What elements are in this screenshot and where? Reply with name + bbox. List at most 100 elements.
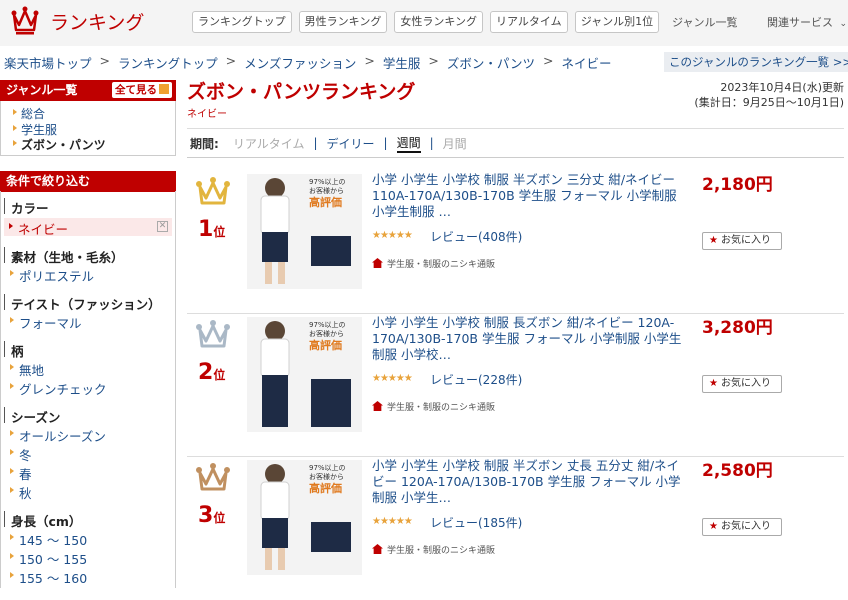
product-thumbnail[interactable]: 97%以上の お客様から 高評価	[247, 460, 362, 575]
breadcrumb-item[interactable]: 学生服	[383, 53, 421, 72]
review-link[interactable]: レビュー(228件)	[430, 371, 522, 388]
genre-item-pants-current: ズボン・パンツ	[13, 138, 106, 152]
breadcrumb: 楽天市場トップ > ランキングトップ > メンズファッション > 学生服 > ズボン・パ…	[4, 53, 612, 72]
shop-link[interactable]: 学生服・制服のニシキ通販	[372, 400, 495, 413]
period-monthly: 月間	[442, 136, 467, 151]
filter-title-taste: テイスト（ファッション）	[11, 297, 161, 312]
favorite-label: お気に入り	[720, 521, 771, 532]
shop-name: 学生服・制服のニシキ通販	[387, 546, 496, 556]
favorite-label: お気に入り	[720, 378, 771, 389]
thumb-badge-mid: お客様から	[309, 330, 344, 338]
period-daily[interactable]: デイリー	[327, 135, 375, 152]
filter-item-glen-check[interactable]: グレンチェック	[10, 379, 107, 398]
breadcrumb-item[interactable]: ネイビー	[562, 53, 612, 72]
filter-bar	[4, 407, 5, 423]
shop-home-icon	[372, 258, 383, 268]
breadcrumb-separator: >	[225, 53, 237, 68]
filter-item-height-150[interactable]: 150 ～ 155	[9, 549, 87, 568]
thumb-badge-mid: お客様から	[309, 473, 344, 481]
period-label: 期間:	[190, 136, 219, 151]
see-all-button[interactable]: 全て見る	[112, 82, 172, 98]
rating-stars: ★★★★★	[372, 230, 413, 241]
shop-name: 学生服・制服のニシキ通販	[387, 403, 496, 413]
genre-list: 総合 学生服 ズボン・パンツ	[0, 101, 176, 156]
shop-link[interactable]: 学生服・制服のニシキ通販	[372, 257, 495, 270]
period-realtime[interactable]: リアルタイム	[233, 135, 305, 152]
filter-bar	[4, 198, 5, 214]
product-price: 2,180円	[702, 175, 773, 195]
filter-item-height-145[interactable]: 145 ～ 150	[9, 530, 87, 549]
filter-title-height: 身長（cm）	[11, 514, 82, 529]
breadcrumb-item[interactable]: 楽天市場トップ	[4, 53, 92, 72]
filter-item-autumn[interactable]: 秋	[10, 483, 32, 502]
shop-name: 学生服・制服のニシキ通販	[387, 260, 496, 270]
shop-link[interactable]: 学生服・制服のニシキ通販	[372, 543, 495, 556]
tab-ranking-top[interactable]: ランキングトップ	[192, 11, 292, 33]
tab-realtime[interactable]: リアルタイム	[490, 11, 568, 33]
product-name-link[interactable]: 小学 小学生 小学校 制服 半ズボン 丈長 五分丈 紺/ネイビー 120A-17…	[372, 458, 682, 506]
rank-suffix: 位	[213, 368, 226, 382]
product-price: 2,580円	[702, 461, 773, 481]
arrow-box-icon	[159, 84, 169, 94]
period-weekly-active[interactable]: 週間	[396, 134, 421, 153]
add-favorite-button[interactable]: ★ お気に入り	[702, 232, 782, 250]
breadcrumb-separator: >	[364, 53, 375, 68]
thumb-badge: 97%以上の お客様から 高評価	[309, 178, 359, 209]
favorite-label: お気に入り	[720, 235, 771, 246]
logo-text: ランキング	[50, 11, 145, 34]
filter-title-color: カラー	[11, 201, 49, 216]
filter-title-season: シーズン	[11, 410, 61, 425]
product-name-link[interactable]: 小学 小学生 小学校 制服 半ズボン 三分丈 紺/ネイビー 110A-170A/…	[372, 172, 682, 220]
tab-female-ranking[interactable]: 女性ランキング	[394, 11, 484, 33]
ranking-item: 2位 97%以上の お客様から 高評価 小学 小学生 小学校 制服 長ズボン 紺…	[187, 315, 844, 457]
filter-item-winter[interactable]: 冬	[10, 445, 32, 464]
product-name-link[interactable]: 小学 小学生 小学校 制服 長ズボン 紺/ネイビー 120A-170A/130B…	[372, 315, 682, 363]
filter-item-spring[interactable]: 春	[10, 464, 32, 483]
product-thumbnail[interactable]: 97%以上の お客様から 高評価	[247, 174, 362, 289]
related-services-link[interactable]: 関連サービス ⌄	[767, 14, 847, 30]
ranking-item: 1位 97%以上の お客様から 高評価 小学 小学生 小学校 制服 半ズボン 三…	[187, 172, 844, 314]
header: ランキング ランキングトップ 男性ランキング 女性ランキング リアルタイム ジャ…	[0, 0, 848, 46]
filter-bar	[4, 341, 5, 357]
product-thumbnail[interactable]: 97%以上の お客様から 高評価	[247, 317, 362, 432]
add-favorite-button[interactable]: ★ お気に入り	[702, 518, 782, 536]
review-link[interactable]: レビュー(408件)	[430, 228, 522, 245]
genre-list-title: ジャンル一覧	[6, 83, 78, 97]
add-favorite-button[interactable]: ★ お気に入り	[702, 375, 782, 393]
breadcrumb-item[interactable]: ズボン・パンツ	[447, 53, 535, 72]
update-date: 2023年10月4日(水)更新	[720, 81, 844, 94]
filter-item-plain[interactable]: 無地	[9, 360, 44, 379]
filter-item-polyester[interactable]: ポリエステル	[9, 266, 94, 285]
tab-genre-first[interactable]: ジャンル別1位	[574, 11, 660, 33]
rank-value: 2	[198, 360, 214, 385]
period-divider: |	[429, 136, 434, 150]
filter-bar	[4, 511, 5, 527]
breadcrumb-item[interactable]: ランキングトップ	[118, 53, 218, 72]
see-all-label: 全て見る	[115, 84, 157, 96]
genre-item-all[interactable]: 総合	[12, 105, 45, 122]
filter-item-formal[interactable]: フォーマル	[10, 313, 82, 332]
chevron-down-icon: ⌄	[839, 19, 848, 29]
filter-item-height-155[interactable]: 155 ～ 160	[9, 568, 87, 587]
filter-item-all-season[interactable]: オールシーズン	[10, 426, 106, 445]
genre-list-link[interactable]: ジャンル一覧	[672, 14, 737, 30]
breadcrumb-item[interactable]: メンズファッション	[244, 53, 356, 72]
breadcrumb-separator: >	[543, 53, 554, 68]
aggregation-period: (集計日：9月25日～10月1日)	[694, 96, 844, 109]
thumb-badge-main: 高評価	[309, 482, 342, 495]
star-icon: ★	[709, 235, 718, 246]
shop-home-icon	[372, 544, 383, 554]
thumb-badge-main: 高評価	[309, 196, 342, 209]
star-icon: ★	[709, 521, 718, 532]
remove-filter-icon[interactable]: ✕	[157, 221, 168, 232]
ranking-logo[interactable]: ランキング	[10, 6, 144, 36]
crown-rank-icon	[196, 320, 230, 348]
selected-filter-navy[interactable]: ネイビー ✕	[4, 218, 172, 237]
filter-bar	[4, 247, 5, 263]
rank-number: 2位	[198, 360, 225, 385]
genre-ranking-list-link[interactable]: このジャンルのランキング一覧 >>	[664, 52, 848, 72]
tab-male-ranking[interactable]: 男性ランキング	[298, 11, 388, 33]
period-divider: |	[313, 136, 318, 150]
rating-stars: ★★★★★	[372, 516, 413, 527]
review-link[interactable]: レビュー(185件)	[430, 514, 522, 531]
